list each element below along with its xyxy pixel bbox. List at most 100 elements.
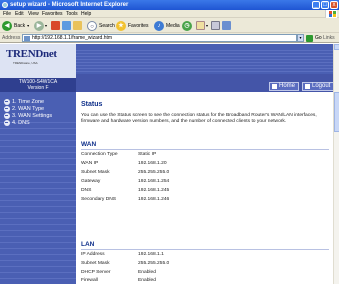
address-dropdown-button[interactable]: ▾ — [297, 34, 304, 42]
mail-icon — [196, 21, 205, 30]
menu-help[interactable]: Help — [81, 11, 91, 17]
stop-button[interactable] — [51, 20, 60, 31]
logout-link[interactable]: Logout — [302, 82, 333, 91]
chevron-down-icon: ▾ — [45, 23, 48, 28]
lan-section-title: LAN — [81, 241, 95, 248]
menu-view[interactable]: View — [28, 11, 39, 17]
wan-row: Subnet Mask 255.255.255.0 — [81, 170, 169, 176]
lan-row: Subnet Mask 255.255.255.0 — [81, 261, 169, 267]
favorites-button[interactable]: ★ Favorites — [116, 20, 149, 31]
lan-row-key: IP Address — [81, 252, 105, 257]
mail-button[interactable]: ▾ — [196, 20, 208, 31]
wizard-sidebar: 1. Time Zone 2. WAN Type 3. WAN Settings… — [0, 92, 76, 284]
check-icon — [4, 113, 10, 119]
wan-row-key: Connection Type — [81, 152, 118, 157]
search-icon: ○ — [87, 20, 97, 31]
maximize-button[interactable]: □ — [321, 1, 329, 9]
sidebar-item-label: 4. DNS — [12, 120, 30, 126]
go-button[interactable]: Go — [306, 34, 322, 42]
address-input[interactable]: http://192.168.1.1/frame_wizard.htm — [22, 34, 297, 42]
wan-row-value: 255.255.255.0 — [138, 170, 170, 175]
sidebar-item-label: 1. Time Zone — [12, 99, 45, 105]
go-arrow-icon — [306, 34, 313, 42]
status-content: Status You can use the Status screen to … — [76, 92, 333, 284]
internet-explorer-icon — [2, 2, 8, 8]
sidebar-lines — [0, 122, 76, 284]
lan-row-value: 255.255.255.0 — [138, 261, 170, 266]
sidebar-item-time-zone[interactable]: 1. Time Zone — [4, 99, 44, 105]
go-label: Go — [315, 35, 322, 41]
wan-row: Secondary DNS 192.168.1.246 — [81, 197, 169, 203]
wan-divider — [81, 149, 329, 150]
logout-label: Logout — [312, 83, 331, 89]
wan-row-key: WAN IP — [81, 161, 99, 166]
sidebar-item-label: 3. WAN Settings — [12, 113, 53, 119]
lan-row-value: 192.168.1.1 — [138, 252, 164, 257]
forward-button[interactable]: ▶ ▾ — [34, 20, 47, 31]
home-link[interactable]: Home — [269, 82, 300, 91]
menu-favorites[interactable]: Favorites — [42, 11, 63, 17]
sidebar-item-wan-type[interactable]: 2. WAN Type — [4, 106, 44, 112]
menu-bar: File Edit View Favorites Tools Help — [0, 10, 339, 18]
menu-edit[interactable]: Edit — [15, 11, 24, 17]
lan-row: Firewall Enabled — [81, 278, 156, 284]
check-icon — [4, 106, 10, 112]
lan-divider — [81, 249, 329, 250]
refresh-button[interactable] — [62, 20, 71, 31]
print-button[interactable] — [211, 20, 220, 31]
wan-row-value: 192.168.1.246 — [138, 197, 170, 202]
history-icon: ◷ — [182, 20, 192, 31]
lan-row: IP Address 192.168.1.1 — [81, 252, 164, 258]
favorites-label: Favorites — [128, 22, 149, 29]
check-icon — [4, 120, 10, 126]
print-icon — [211, 21, 220, 30]
scroll-up-button[interactable] — [334, 44, 339, 50]
minimize-button[interactable]: _ — [312, 1, 320, 9]
chevron-down-icon: ▾ — [27, 23, 30, 28]
logo-box: TRENDnet TRENDware, USA — [0, 44, 76, 78]
wan-row: Gateway 192.168.1.254 — [81, 179, 169, 185]
search-label: Search — [99, 22, 115, 29]
home-button[interactable] — [73, 20, 82, 31]
wan-row-value: 192.168.1.20 — [138, 161, 167, 166]
wan-row-value: 192.168.1.254 — [138, 179, 170, 184]
menu-file[interactable]: File — [3, 11, 11, 17]
menu-tools[interactable]: Tools — [66, 11, 78, 17]
address-label: Address — [2, 35, 21, 41]
wan-row: DNS 192.168.1.245 — [81, 188, 169, 194]
sidebar-item-wan-settings[interactable]: 3. WAN Settings — [4, 113, 52, 119]
lan-row-key: Subnet Mask — [81, 261, 110, 266]
model-version: Version F — [27, 85, 49, 91]
wan-row: Connection Type Static IP — [81, 152, 156, 158]
media-button[interactable]: ♪ Media — [154, 20, 180, 31]
sidebar-item-dns[interactable]: 4. DNS — [4, 120, 30, 126]
window-title: setup wizard - Microsoft Internet Explor… — [10, 2, 129, 8]
logout-icon — [305, 84, 310, 89]
edit-button[interactable] — [222, 20, 231, 31]
search-button[interactable]: ○ Search — [87, 20, 115, 31]
wan-row-key: Gateway — [81, 179, 101, 184]
lan-row-key: Firewall — [81, 278, 98, 283]
links-button[interactable]: Links — [323, 34, 335, 42]
star-icon: ★ — [116, 20, 126, 31]
back-label: Back — [14, 22, 26, 29]
trendnet-logo: TRENDnet — [6, 48, 57, 60]
address-url: http://192.168.1.1/frame_wizard.htm — [32, 35, 113, 41]
media-icon: ♪ — [154, 20, 164, 31]
stop-icon — [51, 21, 60, 30]
history-button[interactable]: ◷ — [182, 20, 192, 31]
router-header: TRENDnet TRENDware, USA TW100-S4W1CA Ver… — [0, 44, 333, 92]
wan-row-key: Secondary DNS — [81, 197, 117, 202]
wan-section-title: WAN — [81, 141, 97, 148]
header-stripes — [76, 50, 333, 74]
lan-row-value: Enabled — [138, 278, 156, 283]
back-button[interactable]: ◀ Back ▾ — [2, 20, 29, 31]
home-icon — [272, 84, 277, 89]
wan-row-value: Static IP — [138, 152, 157, 157]
back-arrow-icon: ◀ — [2, 20, 12, 31]
model-info: TW100-S4W1CA Version F — [0, 78, 76, 92]
close-button[interactable]: x — [330, 1, 338, 9]
web-page: TRENDnet TRENDware, USA TW100-S4W1CA Ver… — [0, 44, 333, 284]
scroll-thumb[interactable] — [334, 92, 339, 132]
vertical-scrollbar[interactable] — [333, 44, 339, 284]
